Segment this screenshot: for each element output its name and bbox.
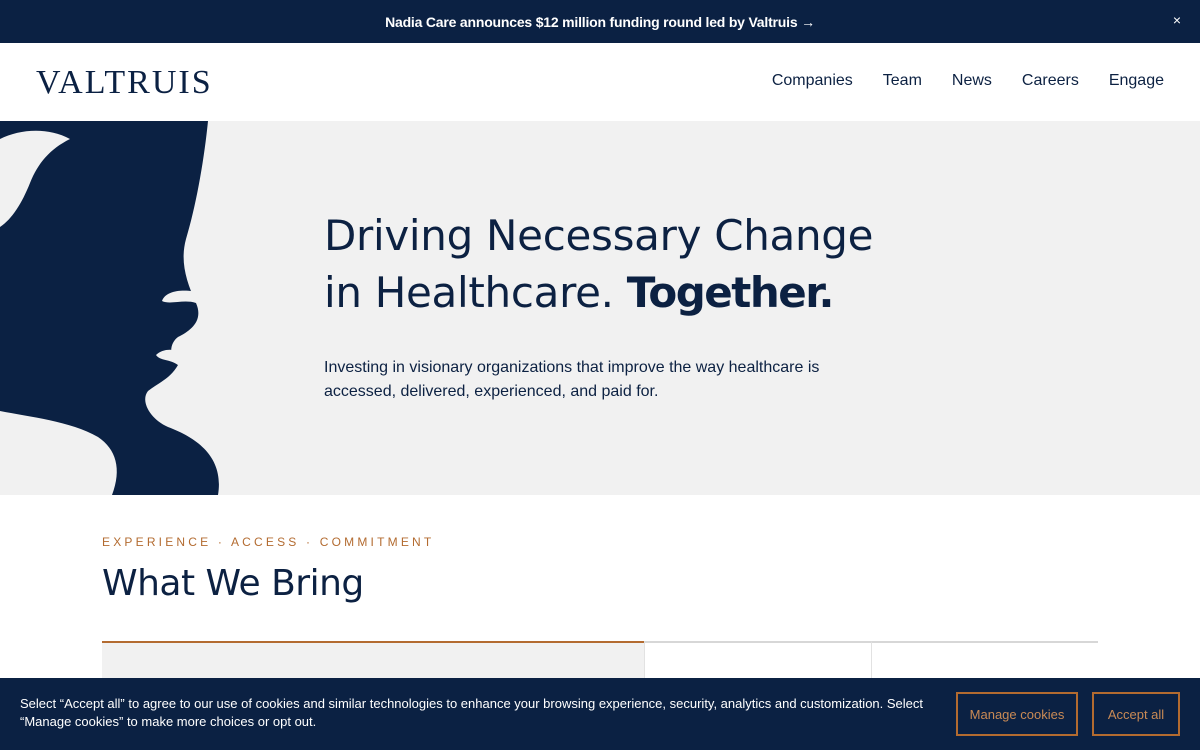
hero-subtitle: Investing in visionary organizations tha… — [324, 359, 820, 400]
hero-title-emphasis: Together. — [626, 268, 835, 317]
hero-title: Driving Necessary Change in Healthcare. … — [324, 207, 944, 321]
hero-title-line2: in Healthcare. — [324, 268, 614, 317]
nav-team[interactable]: Team — [883, 70, 922, 92]
close-icon[interactable]: × — [1168, 10, 1186, 30]
section-title: What We Bring — [102, 563, 364, 604]
announcement-link[interactable]: Nadia Care announces $12 million funding… — [385, 14, 815, 30]
hero-section: Driving Necessary Change in Healthcare. … — [0, 121, 1200, 495]
face-profile-art-icon — [0, 121, 219, 495]
site-header: VALTRUIS Companies Team News Careers Eng… — [0, 43, 1200, 121]
nav-engage[interactable]: Engage — [1109, 70, 1164, 92]
manage-cookies-button[interactable]: Manage cookies — [956, 692, 1078, 736]
cookie-banner: Select “Accept all” to agree to our use … — [0, 678, 1200, 750]
announcement-bar: Nadia Care announces $12 million funding… — [0, 0, 1200, 43]
nav-news[interactable]: News — [952, 70, 992, 92]
nav-companies[interactable]: Companies — [772, 70, 853, 92]
accept-all-button[interactable]: Accept all — [1092, 692, 1180, 736]
hero-title-line1: Driving Necessary Change — [324, 211, 874, 260]
cookie-text: Select “Accept all” to agree to our use … — [20, 696, 924, 729]
main-nav: Companies Team News Careers Engage — [772, 70, 1164, 92]
section-eyebrow: EXPERIENCE · ACCESS · COMMITMENT — [102, 535, 435, 549]
valtruis-logo[interactable]: VALTRUIS — [36, 65, 213, 101]
nav-careers[interactable]: Careers — [1022, 70, 1079, 92]
